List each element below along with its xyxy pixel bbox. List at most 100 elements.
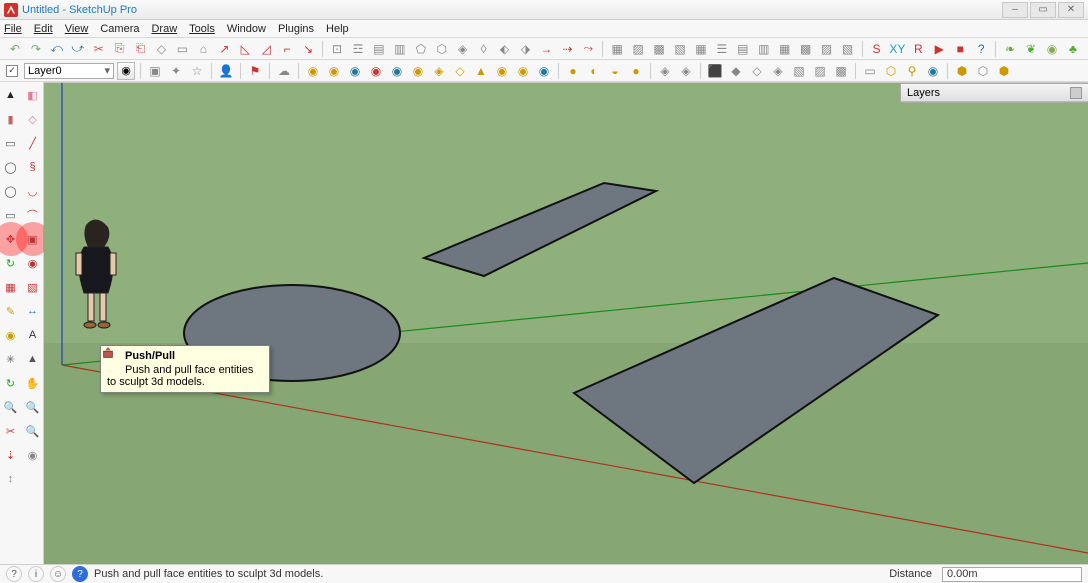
maximize-button[interactable]: ▭ — [1030, 2, 1056, 18]
globe11-icon[interactable]: ◉ — [514, 62, 532, 80]
tool-ac[interactable]: ▥ — [755, 40, 773, 58]
cube3-icon[interactable]: ⬢ — [995, 62, 1013, 80]
eraser2-tool[interactable]: ◇ — [24, 110, 42, 128]
globe12-icon[interactable]: ◉ — [535, 62, 553, 80]
map4-icon[interactable]: ◉ — [924, 62, 942, 80]
tool-b[interactable]: ▭ — [174, 40, 192, 58]
line-tool[interactable]: ╱ — [24, 134, 42, 152]
grass-icon[interactable]: ❦ — [1022, 40, 1040, 58]
rotate-tool[interactable]: ↻ — [2, 254, 20, 272]
tool-m[interactable]: ⬠ — [412, 40, 430, 58]
undo-icon[interactable]: ⤺ — [48, 40, 66, 58]
tool-ag[interactable]: ▧ — [839, 40, 857, 58]
orbit-tool[interactable]: ↻ — [2, 374, 20, 392]
globe4-icon[interactable]: ◉ — [367, 62, 385, 80]
pan-tool[interactable]: ✋ — [24, 374, 42, 392]
tool-i[interactable]: ⊡ — [328, 40, 346, 58]
look-tool[interactable]: ◉ — [24, 446, 42, 464]
tree-icon[interactable]: ♣ — [1064, 40, 1082, 58]
menu-plugins[interactable]: Plugins — [278, 23, 314, 35]
tool-g[interactable]: ⌐ — [278, 40, 296, 58]
tool-ae[interactable]: ▩ — [797, 40, 815, 58]
minimize-button[interactable]: – — [1002, 2, 1028, 18]
close-button[interactable]: ✕ — [1058, 2, 1084, 18]
dimension-tool[interactable]: ↔ — [24, 302, 42, 320]
globe7-icon[interactable]: ◈ — [430, 62, 448, 80]
paint3-icon[interactable]: ◇ — [748, 62, 766, 80]
paint7-icon[interactable]: ▩ — [832, 62, 850, 80]
pushpull-tool[interactable]: ▣ — [24, 230, 42, 248]
tool-ab[interactable]: ▤ — [734, 40, 752, 58]
tool-e[interactable]: ◺ — [236, 40, 254, 58]
play-icon[interactable]: ▶ — [930, 40, 948, 58]
comp1-icon[interactable]: ▣ — [146, 62, 164, 80]
freehand-tool[interactable]: § — [24, 158, 42, 176]
layer-visible-checkbox[interactable]: ✓ — [6, 65, 18, 77]
paint2-icon[interactable]: ◆ — [727, 62, 745, 80]
leaf-icon[interactable]: ❧ — [1001, 40, 1019, 58]
tool-a[interactable]: ◇ — [153, 40, 171, 58]
status-info-icon[interactable]: i — [28, 566, 44, 582]
tool-x[interactable]: ▩ — [650, 40, 668, 58]
globe-icon[interactable]: ◉ — [304, 62, 322, 80]
paint4-icon[interactable]: ◈ — [769, 62, 787, 80]
tool-v[interactable]: ▦ — [608, 40, 626, 58]
paste-icon[interactable]: ⎗ — [132, 40, 150, 58]
followme-tool[interactable]: ◉ — [24, 254, 42, 272]
cube1-icon[interactable]: ⬢ — [953, 62, 971, 80]
layer1-icon[interactable]: ◈ — [656, 62, 674, 80]
layers-panel-collapse-icon[interactable] — [1070, 87, 1082, 99]
globe9-icon[interactable]: ▲ — [472, 62, 490, 80]
comp2-icon[interactable]: ✦ — [167, 62, 185, 80]
arc-tool[interactable]: ◡ — [24, 182, 42, 200]
axes-tool[interactable]: ✳ — [2, 350, 20, 368]
select-tool[interactable]: ▲ — [2, 86, 20, 104]
eraser-tool[interactable]: ◧ — [24, 86, 42, 104]
rub-icon[interactable]: R — [909, 40, 927, 58]
tool-q[interactable]: ⬖ — [496, 40, 514, 58]
map3-icon[interactable]: ⚲ — [903, 62, 921, 80]
distance-input[interactable]: 0.00m — [942, 567, 1082, 582]
layer-manager-button[interactable]: ◉ — [117, 62, 135, 80]
status-help-icon[interactable]: ? — [6, 566, 22, 582]
map2-icon[interactable]: ⬡ — [882, 62, 900, 80]
paint6-icon[interactable]: ▨ — [811, 62, 829, 80]
zoom-tool[interactable]: 🔍 — [2, 398, 20, 416]
text-tool[interactable]: A — [24, 326, 42, 344]
globe6-icon[interactable]: ◉ — [409, 62, 427, 80]
walk-tool[interactable]: ⇣ — [2, 446, 20, 464]
open-icon[interactable]: ↷ — [27, 40, 45, 58]
sphere4-icon[interactable]: ● — [627, 62, 645, 80]
map1-icon[interactable]: ▭ — [861, 62, 879, 80]
prev-tool[interactable]: 🔍 — [24, 422, 42, 440]
stop-icon[interactable]: ■ — [951, 40, 969, 58]
paint-bucket-tool[interactable]: ▮ — [2, 110, 20, 128]
scale-tool[interactable]: ▦ — [2, 278, 20, 296]
globe3-icon[interactable]: ◉ — [346, 62, 364, 80]
3dtext-tool[interactable]: ▲ — [24, 350, 42, 368]
tool-h[interactable]: ↘ — [299, 40, 317, 58]
tool-n[interactable]: ⬡ — [433, 40, 451, 58]
layer2-icon[interactable]: ◈ — [677, 62, 695, 80]
blank-tool[interactable] — [24, 470, 42, 488]
cube2-icon[interactable]: ⬡ — [974, 62, 992, 80]
menu-tools[interactable]: Tools — [189, 23, 215, 35]
status-geo-icon[interactable]: ? — [72, 566, 88, 582]
redo-icon[interactable]: ⤻ — [69, 40, 87, 58]
cut-icon[interactable]: ✂ — [90, 40, 108, 58]
xy-icon[interactable]: XY — [888, 40, 906, 58]
rectangle-tool[interactable]: ▭ — [2, 134, 20, 152]
tool-r[interactable]: ⬗ — [517, 40, 535, 58]
new-icon[interactable]: ↶ — [6, 40, 24, 58]
protractor-tool[interactable]: ◉ — [2, 326, 20, 344]
tool-z[interactable]: ▦ — [692, 40, 710, 58]
tool-y[interactable]: ▧ — [671, 40, 689, 58]
offset2-tool[interactable]: ▧ — [24, 278, 42, 296]
tool-f[interactable]: ◿ — [257, 40, 275, 58]
menu-window[interactable]: Window — [227, 23, 266, 35]
tool-af[interactable]: ▨ — [818, 40, 836, 58]
viewport-3d[interactable]: Layers Push/Pull Push and pull face enti… — [44, 82, 1088, 564]
section-tool[interactable]: ↕ — [2, 470, 20, 488]
tool-ad[interactable]: ▦ — [776, 40, 794, 58]
sphere3-icon[interactable]: ◒ — [606, 62, 624, 80]
